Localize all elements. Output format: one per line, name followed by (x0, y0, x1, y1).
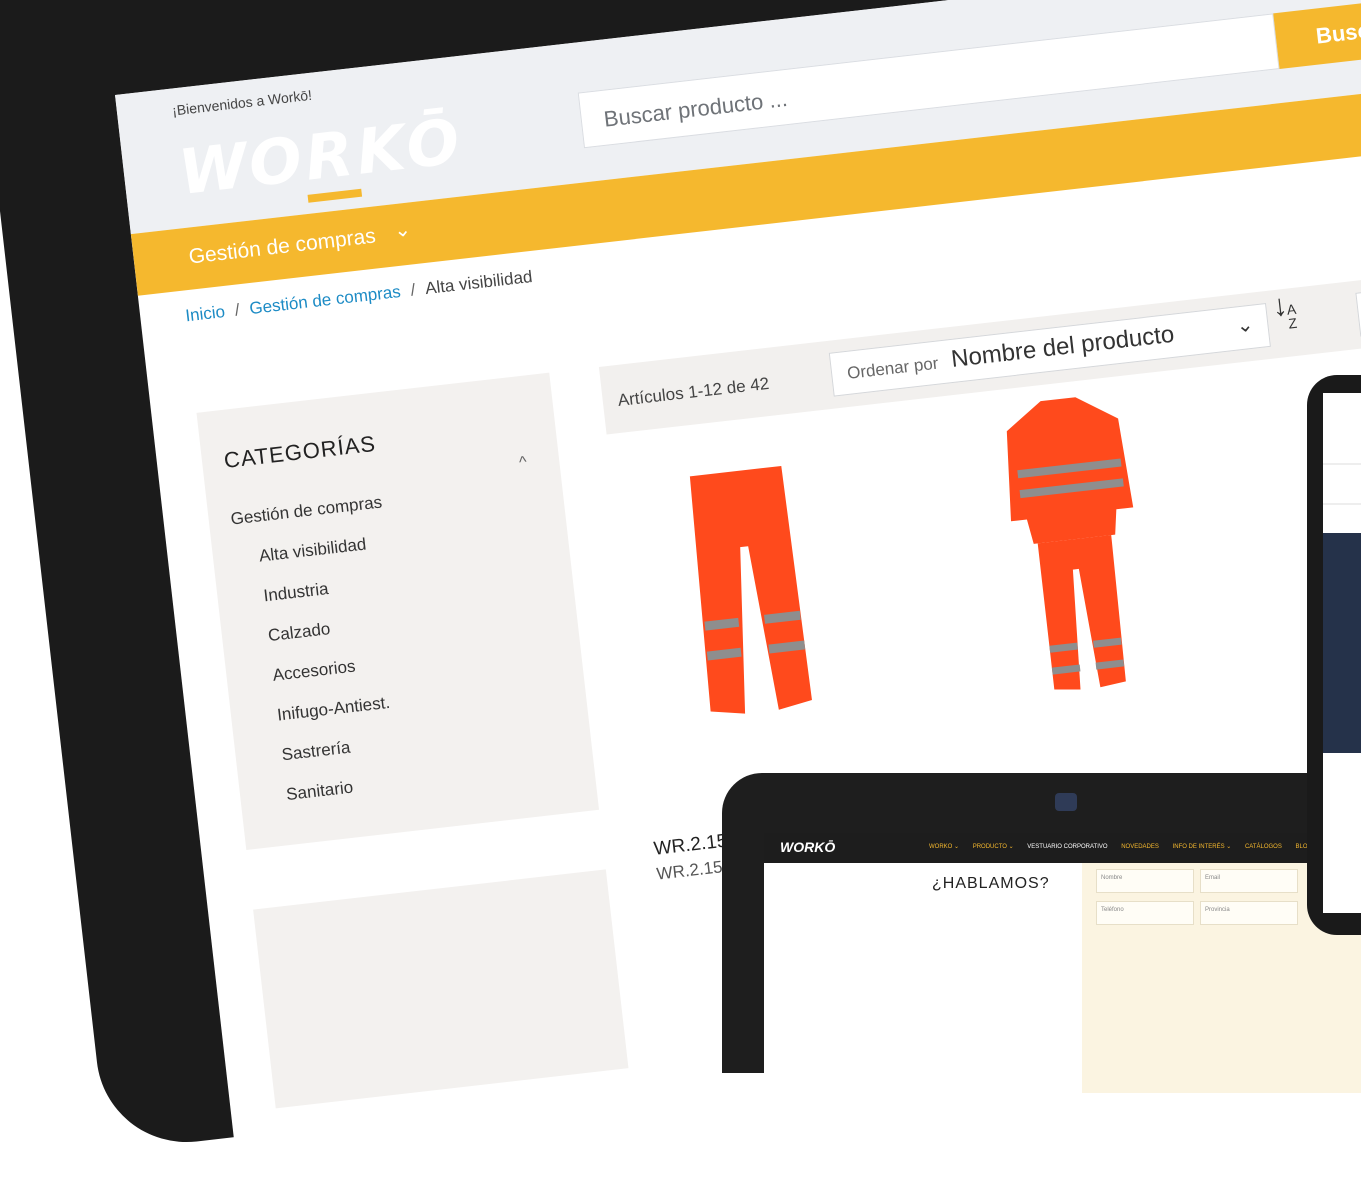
category-sidebar: CATEGORÍAS ^ Gestión de compras Alta vis… (196, 372, 600, 850)
welcome-text: ¡Bienvenidos a Workō! (171, 86, 313, 119)
tablet-menu-item[interactable]: BLO (1296, 844, 1308, 850)
province-field[interactable]: Provincia (1200, 901, 1298, 925)
tablet-device: WORKŌ WORKO ⌄ PRODUCTO ⌄ VESTUARIO CORPO… (722, 773, 1361, 1093)
worko-logo[interactable]: WORKŌ (175, 104, 465, 209)
limit-select[interactable]: M (1355, 283, 1361, 337)
tablet-menu-item[interactable]: WORKO ⌄ (929, 844, 959, 850)
az-bottom: Z (1287, 314, 1298, 332)
search-button[interactable]: Busc (1273, 0, 1361, 70)
chevron-down-icon[interactable]: ⌄ (393, 216, 412, 243)
phone-device (1307, 375, 1361, 935)
tablet-menu-item[interactable]: NOVEDADES (1121, 844, 1159, 850)
tablet-screen: WORKŌ WORKO ⌄ PRODUCTO ⌄ VESTUARIO CORPO… (764, 833, 1361, 1093)
tablet-heading: ¿HABLAMOS? (932, 875, 1050, 892)
item-count: Artículos 1-12 de 42 (616, 373, 771, 410)
sidebar-title: CATEGORÍAS (222, 430, 378, 473)
chevron-down-icon: ⌄ (1235, 313, 1255, 338)
tablet-header: WORKŌ WORKO ⌄ PRODUCTO ⌄ VESTUARIO CORPO… (764, 833, 1361, 863)
product-image-suit[interactable] (995, 388, 1158, 701)
tablet-menu: WORKO ⌄ PRODUCTO ⌄ VESTUARIO CORPORATIVO… (929, 843, 1320, 850)
product-image-pants[interactable] (681, 461, 819, 722)
tablet-menu-item[interactable]: VESTUARIO CORPORATIVO (1027, 844, 1107, 850)
sidebar-block-2 (253, 869, 629, 1109)
tablet-menu-item[interactable]: CATÁLOGOS (1245, 844, 1282, 850)
search-placeholder: Buscar producto ... (602, 85, 789, 132)
sort-label: Ordenar por (846, 353, 940, 383)
phone-screen (1323, 393, 1361, 913)
phone-field[interactable]: Teléfono (1096, 901, 1194, 925)
breadcrumb-home[interactable]: Inicio (184, 302, 226, 325)
sort-value: Nombre del producto (949, 320, 1176, 373)
breadcrumb-current: Alta visibilidad (424, 266, 534, 299)
breadcrumb-parent[interactable]: Gestión de compras (248, 282, 401, 318)
email-field[interactable]: Email (1200, 869, 1298, 893)
nav-item-gestion-compras[interactable]: Gestión de compras (188, 224, 377, 269)
phone-product-image (1323, 533, 1361, 753)
tablet-logo[interactable]: WORKŌ (780, 839, 835, 855)
chevron-up-icon[interactable]: ^ (518, 454, 528, 473)
tablet-menu-item[interactable]: INFO DE INTERÉS ⌄ (1173, 844, 1232, 850)
arrow-down-icon: ↓ (1270, 288, 1290, 324)
sort-select[interactable]: Ordenar por Nombre del producto ⌄ (828, 303, 1271, 397)
tablet-menu-item[interactable]: PRODUCTO ⌄ (973, 844, 1014, 850)
sort-direction-toggle[interactable]: ↓ A Z (1271, 289, 1298, 332)
product-toolbar: Artículos 1-12 de 42 Ordenar por Nombre … (598, 268, 1361, 435)
camera-icon (1055, 793, 1077, 811)
name-field[interactable]: Nombre (1096, 869, 1194, 893)
category-list: Gestión de compras Alta visibilidad Indu… (229, 483, 416, 818)
